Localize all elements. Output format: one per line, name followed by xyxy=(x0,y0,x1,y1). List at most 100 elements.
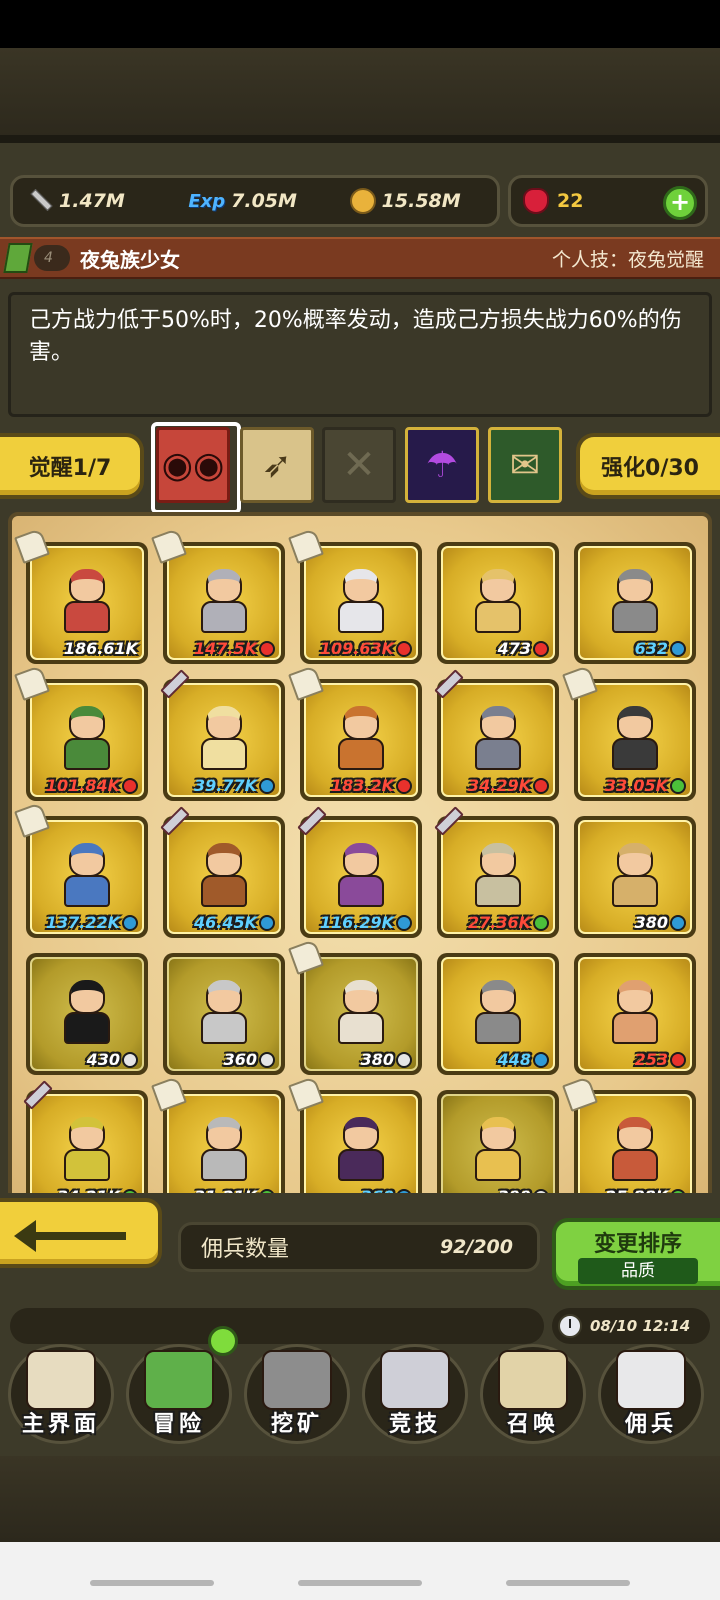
mercenary-portrait xyxy=(604,976,666,1048)
sort-current-mode: 品质 xyxy=(578,1258,698,1284)
mercenary-portrait xyxy=(193,1113,255,1185)
umbrella-icon: ☂ xyxy=(425,444,459,486)
mercenary-card-frame: 109.63K xyxy=(304,546,418,660)
gold-resource: 15.58M xyxy=(349,188,497,214)
add-gems-button[interactable]: + xyxy=(663,186,697,220)
nav-label: 挖矿 xyxy=(270,1412,323,1437)
awaken-button[interactable]: 觉醒1/7 xyxy=(0,433,144,499)
mercenary-card[interactable]: 448 xyxy=(437,953,559,1075)
mercenary-card[interactable]: 137.22K xyxy=(14,802,148,938)
awaken-slot-scroll[interactable]: ✉ xyxy=(488,427,562,503)
nav-island[interactable]: 冒险 xyxy=(120,1340,238,1450)
time-text: 08/10 12:14 xyxy=(590,1317,691,1335)
mercenary-portrait xyxy=(330,976,392,1048)
awaken-slot-umbrella[interactable]: ☂ xyxy=(405,427,479,503)
bottom-backdrop xyxy=(0,1456,720,1542)
mercenary-card-frame: 186.61K xyxy=(30,546,144,660)
mercenary-power: 632 xyxy=(635,639,686,658)
mercenary-card-frame: 183.2K xyxy=(304,683,418,797)
mercenary-portrait xyxy=(467,839,529,911)
gem-value: 22 xyxy=(557,190,584,212)
mercenary-card[interactable]: 27.36K xyxy=(434,806,559,938)
system-nav-bar xyxy=(0,1542,720,1600)
mercenary-card-frame: 399 xyxy=(441,1094,555,1208)
awaken-slot-locked[interactable]: ✕ xyxy=(322,427,396,503)
sword-icon xyxy=(27,188,53,214)
back-arrow-icon xyxy=(14,1220,126,1252)
mercenary-portrait xyxy=(193,565,255,637)
island-icon xyxy=(144,1350,214,1410)
nav-label: 佣兵 xyxy=(624,1412,677,1437)
mercenary-card[interactable]: 253 xyxy=(574,953,696,1075)
mercenary-card[interactable]: 430 xyxy=(26,953,148,1075)
tent-icon xyxy=(616,1350,686,1410)
mercenary-card[interactable]: 34.29K xyxy=(434,669,559,801)
awaken-slot-spears[interactable]: ➶ xyxy=(240,427,314,503)
gold-value: 15.58M xyxy=(381,190,461,212)
mercenary-portrait xyxy=(330,1113,392,1185)
mercenary-card[interactable]: 380 xyxy=(288,939,422,1075)
mercenary-power: 183.2K xyxy=(331,776,412,795)
mercenary-card-frame: 137.22K xyxy=(30,820,144,934)
mercenary-card[interactable]: 473 xyxy=(437,542,559,664)
locked-x-icon: ✕ xyxy=(342,442,376,488)
system-back-button[interactable] xyxy=(506,1580,630,1586)
enhance-button[interactable]: 强化0/30 xyxy=(576,433,720,499)
mercenary-portrait xyxy=(467,1113,529,1185)
top-backdrop xyxy=(0,48,720,143)
system-recents-button[interactable] xyxy=(90,1580,214,1586)
awaken-slot-rage[interactable]: ◉◉ xyxy=(151,422,241,514)
mercenary-card-frame: 632 xyxy=(578,546,692,660)
mercenary-card-frame: 33.05K xyxy=(578,683,692,797)
change-sort-button[interactable]: 变更排序 品质 xyxy=(552,1218,720,1290)
system-home-button[interactable] xyxy=(298,1580,422,1586)
mercenary-power-text: 147.5K xyxy=(193,639,257,658)
mercenary-card[interactable]: 380 xyxy=(574,816,696,938)
power-value: 1.47M xyxy=(59,190,125,212)
mercenary-card[interactable]: 33.05K xyxy=(562,665,696,801)
nav-tent[interactable]: 佣兵 xyxy=(592,1340,710,1450)
mercenary-card-frame: 46.45K xyxy=(167,820,281,934)
defense-role-icon xyxy=(670,640,686,657)
nav-label: 冒险 xyxy=(152,1412,205,1437)
mercenary-power: 101.84K xyxy=(46,776,138,795)
mercenary-portrait xyxy=(604,565,666,637)
mercenary-card[interactable]: 101.84K xyxy=(14,665,148,801)
mercenary-power-text: 34.29K xyxy=(467,776,531,795)
mercenary-power-text: 448 xyxy=(497,1050,531,1069)
map-scroll-icon xyxy=(26,1350,96,1410)
sort-button-title: 变更排序 xyxy=(593,1232,682,1257)
mercenary-card[interactable]: 109.63K xyxy=(288,528,422,664)
nav-map-scroll[interactable]: 主界面 xyxy=(2,1340,120,1450)
mercenary-portrait xyxy=(604,1113,666,1185)
back-button[interactable] xyxy=(0,1198,162,1268)
attack-role-icon xyxy=(533,640,549,657)
skill-name: 夜兔族少女 xyxy=(80,247,180,272)
mercenary-power: 360 xyxy=(224,1050,275,1069)
mercenary-card-frame: 360 xyxy=(167,957,281,1071)
mercenary-power-text: 116.29K xyxy=(319,913,394,932)
mercenary-power: 380 xyxy=(361,1050,412,1069)
mercenary-power: 39.77K xyxy=(194,776,275,795)
mercenary-card[interactable]: 632 xyxy=(574,542,696,664)
nav-pickaxe[interactable]: 挖矿 xyxy=(238,1340,356,1450)
mercenary-power: 380 xyxy=(635,913,686,932)
mercenary-portrait xyxy=(56,565,118,637)
mercenary-card[interactable]: 116.29K xyxy=(297,806,422,938)
summon-scroll-icon xyxy=(498,1350,568,1410)
mercenary-power-text: 253 xyxy=(634,1050,668,1069)
mercenary-card[interactable]: 39.77K xyxy=(160,669,285,801)
mercenary-power-text: 473 xyxy=(497,639,531,658)
power-resource: 1.47M xyxy=(27,188,174,214)
mercenary-card[interactable]: 186.61K xyxy=(14,528,148,664)
nav-summon-scroll[interactable]: 召唤 xyxy=(474,1340,592,1450)
mercenary-card[interactable]: 360 xyxy=(163,953,285,1075)
mercenary-card[interactable]: 147.5K xyxy=(151,528,285,664)
mercenary-card[interactable]: 183.2K xyxy=(288,665,422,801)
clock-icon xyxy=(558,1314,582,1338)
unknown-role-icon xyxy=(259,1051,275,1068)
mercenary-power-text: 360 xyxy=(223,1050,257,1069)
gem-icon xyxy=(523,188,549,214)
nav-crossed-swords[interactable]: 竞技 xyxy=(356,1340,474,1450)
mercenary-card[interactable]: 46.45K xyxy=(160,806,285,938)
